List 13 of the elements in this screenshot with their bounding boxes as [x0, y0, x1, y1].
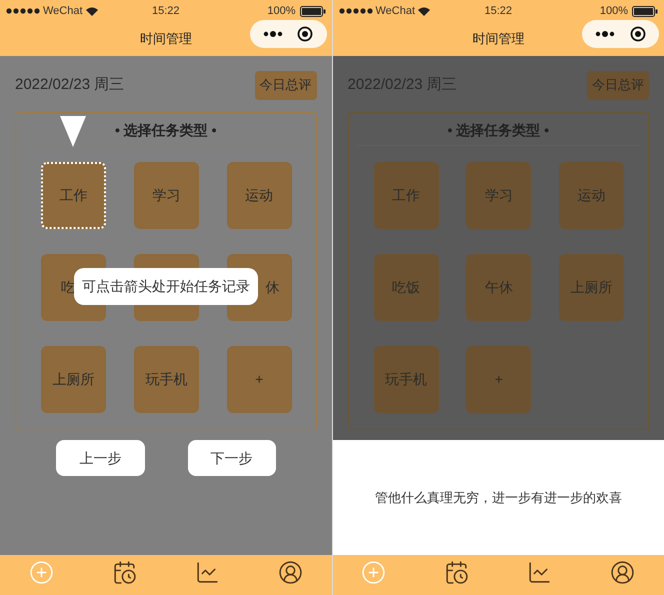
date-text: 2022/02/23 周三 [15, 74, 124, 95]
status-time: 15:22 [150, 4, 181, 19]
sheet-message: 管他什么真理无穷，进一步有进一步的欢喜 [374, 488, 622, 507]
nav-title: 时间管理 [472, 30, 524, 48]
status-time: 15:22 [483, 4, 514, 19]
battery-percent: 100% [600, 4, 628, 19]
carrier-name: WeChat [376, 4, 416, 19]
carrier-name: WeChat [43, 4, 83, 19]
battery-percent: 100% [267, 4, 296, 19]
section-title: • 选择任务类型 • [447, 121, 550, 140]
guide-tooltip: 可点击箭头处开始任务记录 [74, 268, 258, 305]
nav-title: 时间管理 [140, 30, 192, 48]
section-title: • 选择任务类型 • [114, 121, 217, 140]
